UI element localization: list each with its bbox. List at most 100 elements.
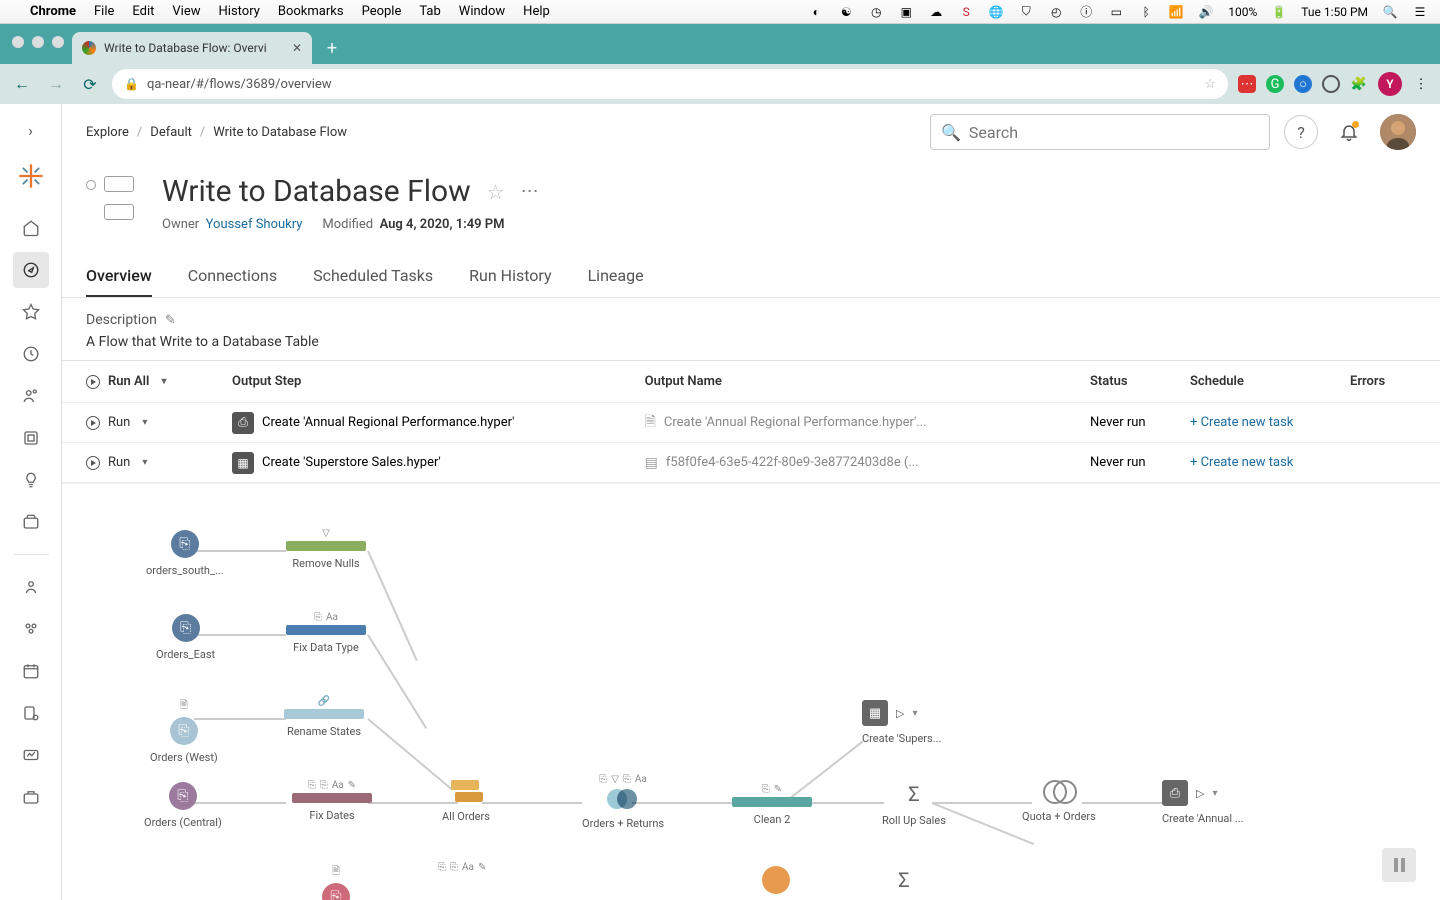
flow-node-clean[interactable]: 🔗Rename States bbox=[284, 696, 364, 738]
notifications-button[interactable] bbox=[1332, 115, 1366, 149]
menu-help[interactable]: Help bbox=[523, 4, 550, 19]
sidebar-home-icon[interactable] bbox=[13, 210, 49, 246]
pause-button[interactable] bbox=[1382, 848, 1416, 882]
chevron-down-icon[interactable]: ▾ bbox=[912, 708, 917, 719]
flow-node-output[interactable]: ▦▷▾ Create 'Supers... bbox=[862, 700, 941, 745]
flow-node-clean[interactable]: ⎘⎘Aa✎ bbox=[438, 862, 486, 875]
sidebar-status-icon[interactable] bbox=[13, 737, 49, 773]
sidebar-lightbulb-icon[interactable] bbox=[13, 462, 49, 498]
favorite-star-icon[interactable]: ☆ bbox=[487, 180, 505, 204]
flow-node-union[interactable] bbox=[762, 866, 790, 900]
flow-node-input[interactable]: ⎘Orders (Central) bbox=[144, 782, 222, 829]
flow-node-output[interactable]: ⎙▷▾ Create 'Annual ... bbox=[1162, 780, 1244, 825]
flow-node-join[interactable]: Quota + Orders bbox=[1022, 780, 1096, 823]
sidebar-users-icon[interactable] bbox=[13, 569, 49, 605]
sidebar-jobs-icon[interactable] bbox=[13, 695, 49, 731]
search-field[interactable] bbox=[969, 123, 1259, 142]
menu-view[interactable]: View bbox=[172, 4, 200, 19]
extension-icon[interactable]: ⋯ bbox=[1238, 75, 1256, 93]
extensions-menu-icon[interactable]: 🧩 bbox=[1350, 75, 1368, 93]
forward-button[interactable]: → bbox=[44, 72, 68, 96]
chevron-down-icon[interactable]: ▾ bbox=[142, 457, 147, 468]
sidebar-explore-icon[interactable] bbox=[13, 252, 49, 288]
sidebar-recents-icon[interactable] bbox=[13, 336, 49, 372]
run-all-button[interactable]: Run All ▾ bbox=[86, 374, 166, 389]
extension-icon[interactable]: ○ bbox=[1294, 75, 1312, 93]
menu-file[interactable]: File bbox=[94, 4, 114, 19]
tab-connections[interactable]: Connections bbox=[188, 256, 277, 297]
flow-node-union[interactable]: All Orders bbox=[442, 780, 490, 823]
minimize-window-icon[interactable] bbox=[32, 36, 44, 48]
sidebar-recommendations-icon[interactable] bbox=[13, 420, 49, 456]
extension-icon[interactable]: G bbox=[1266, 75, 1284, 93]
run-button[interactable]: Run ▾ bbox=[86, 415, 147, 430]
close-window-icon[interactable] bbox=[12, 36, 24, 48]
help-button[interactable]: ? bbox=[1284, 115, 1318, 149]
edit-description-icon[interactable]: ✎ bbox=[165, 313, 176, 328]
breadcrumb-explore[interactable]: Explore bbox=[86, 125, 129, 140]
address-bar[interactable]: 🔒 qa-near/#/flows/3689/overview ☆ bbox=[112, 69, 1228, 99]
output-datasource-icon: ⎙ bbox=[1162, 780, 1188, 806]
menu-bookmarks[interactable]: Bookmarks bbox=[278, 4, 344, 19]
menubar-app[interactable]: Chrome bbox=[30, 4, 76, 19]
extension-icon[interactable] bbox=[1322, 75, 1340, 93]
chevron-down-icon[interactable]: ▾ bbox=[142, 417, 147, 428]
browser-tab[interactable]: Write to Database Flow: Overvi ✕ bbox=[72, 32, 312, 64]
tab-overview[interactable]: Overview bbox=[86, 256, 152, 297]
sidebar-collections-icon[interactable] bbox=[13, 504, 49, 540]
flow-node-input[interactable]: 🗎⎘Orders (West) bbox=[150, 698, 218, 764]
new-tab-button[interactable]: + bbox=[318, 34, 346, 62]
sidebar-settings-icon[interactable] bbox=[13, 779, 49, 815]
flow-node-clean[interactable]: ⎘AaFix Data Type bbox=[286, 612, 366, 654]
profile-avatar-icon[interactable]: Y bbox=[1378, 72, 1402, 96]
flow-node-join[interactable]: ⎘▽⎘AaOrders + Returns bbox=[582, 774, 664, 830]
flow-node-aggregate[interactable]: ΣRoll Up Sales bbox=[882, 780, 946, 827]
owner-link[interactable]: Youssef Shoukry bbox=[206, 217, 303, 232]
tab-scheduled-tasks[interactable]: Scheduled Tasks bbox=[313, 256, 433, 297]
run-button[interactable]: Run ▾ bbox=[86, 455, 147, 470]
window-controls[interactable] bbox=[12, 36, 64, 48]
sidebar-shared-icon[interactable] bbox=[13, 378, 49, 414]
menu-history[interactable]: History bbox=[219, 4, 260, 19]
sidebar-expand-button[interactable]: › bbox=[0, 112, 61, 148]
chrome-menu-icon[interactable]: ⋮ bbox=[1412, 75, 1430, 93]
tab-run-history[interactable]: Run History bbox=[469, 256, 551, 297]
flow-node-input[interactable]: 🗎⎘ bbox=[322, 864, 350, 900]
run-output-icon[interactable]: ▷ bbox=[896, 707, 904, 720]
chevron-down-icon[interactable]: ▾ bbox=[161, 376, 166, 387]
flow-node-clean[interactable]: ⎘✎Clean 2 bbox=[732, 784, 812, 826]
flow-node-clean[interactable]: ▽Remove Nulls bbox=[286, 528, 366, 570]
maximize-window-icon[interactable] bbox=[52, 36, 64, 48]
create-task-link[interactable]: + Create new task bbox=[1190, 415, 1293, 430]
reload-button[interactable]: ⟳ bbox=[78, 72, 102, 96]
tab-lineage[interactable]: Lineage bbox=[588, 256, 644, 297]
bookmark-star-icon[interactable]: ☆ bbox=[1204, 77, 1216, 92]
menu-edit[interactable]: Edit bbox=[132, 4, 154, 19]
menu-tab[interactable]: Tab bbox=[419, 4, 440, 19]
control-center-icon[interactable]: ☰ bbox=[1412, 4, 1428, 20]
description-text: A Flow that Write to a Database Table bbox=[86, 334, 1416, 350]
chevron-down-icon[interactable]: ▾ bbox=[1212, 788, 1217, 799]
flow-node-aggregate[interactable]: Σ bbox=[890, 866, 918, 900]
datasource-icon: ⎙ bbox=[232, 412, 254, 434]
breadcrumb-default[interactable]: Default bbox=[150, 125, 192, 140]
menu-window[interactable]: Window bbox=[459, 4, 505, 19]
user-avatar[interactable] bbox=[1380, 114, 1416, 150]
more-actions-icon[interactable]: ⋯ bbox=[521, 181, 541, 202]
sidebar-groups-icon[interactable] bbox=[13, 611, 49, 647]
bluetooth-icon: ᛒ bbox=[1138, 4, 1154, 20]
tableau-logo-icon[interactable] bbox=[17, 162, 45, 190]
flow-node-clean[interactable]: ⎘⎘Aa✎Fix Dates bbox=[292, 780, 372, 822]
flow-node-input[interactable]: ⎘orders_south_... bbox=[146, 530, 224, 577]
flow-canvas[interactable]: ⎘orders_south_... ⎘Orders_East 🗎⎘Orders … bbox=[62, 483, 1440, 900]
flow-node-input[interactable]: ⎘Orders_East bbox=[156, 614, 215, 661]
spotlight-icon[interactable]: 🔍 bbox=[1382, 4, 1398, 20]
menu-people[interactable]: People bbox=[362, 4, 402, 19]
sidebar-schedules-icon[interactable] bbox=[13, 653, 49, 689]
create-task-link[interactable]: + Create new task bbox=[1190, 455, 1293, 470]
close-tab-icon[interactable]: ✕ bbox=[292, 41, 302, 55]
sidebar-favorites-icon[interactable] bbox=[13, 294, 49, 330]
run-output-icon[interactable]: ▷ bbox=[1196, 787, 1204, 800]
search-input[interactable]: 🔍 bbox=[930, 114, 1270, 150]
back-button[interactable]: ← bbox=[10, 72, 34, 96]
